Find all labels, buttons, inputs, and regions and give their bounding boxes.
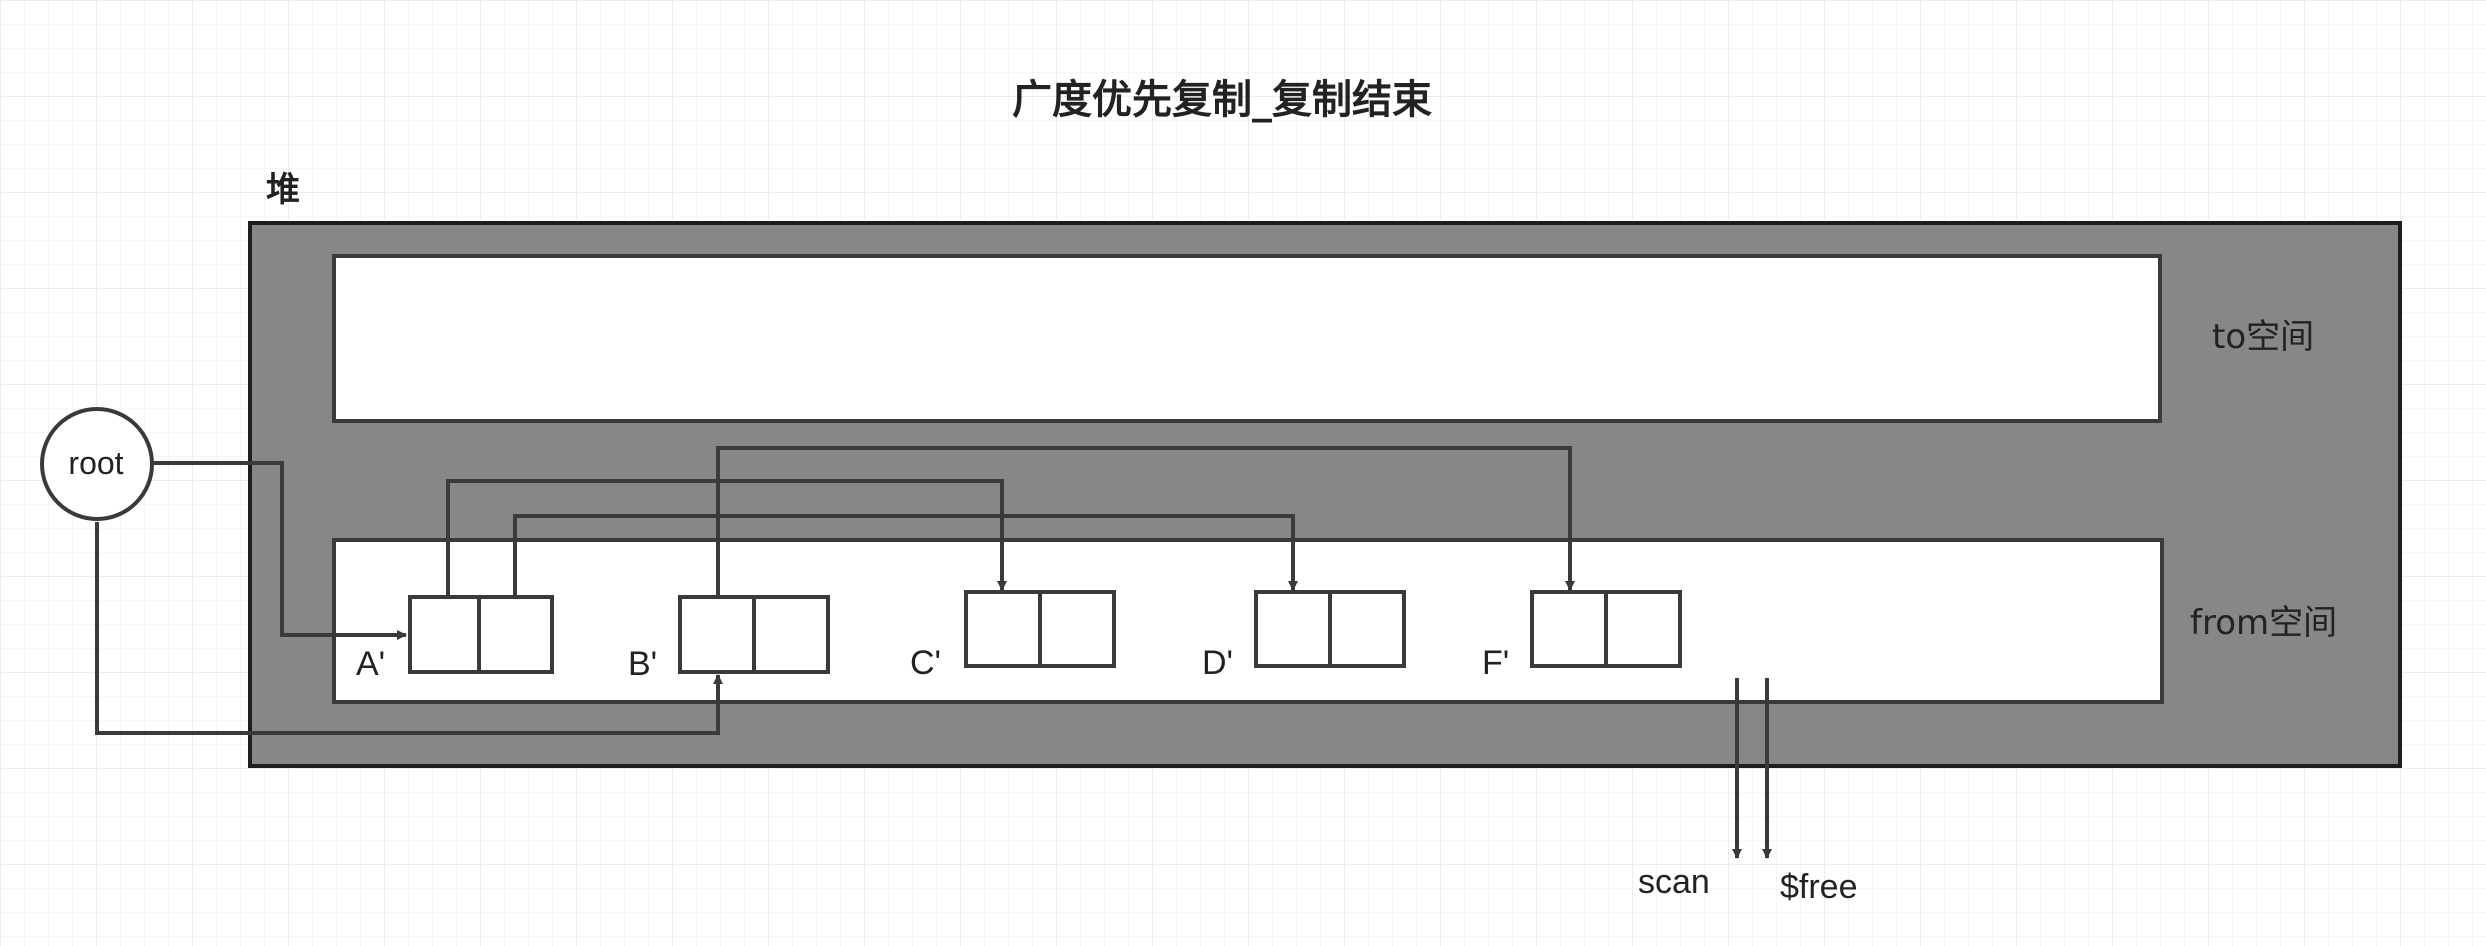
object-f-label: F' xyxy=(1482,644,1509,682)
object-b-label: B' xyxy=(628,645,657,683)
object-b-cell-2 xyxy=(752,595,830,674)
root-label: root xyxy=(68,445,123,481)
free-pointer-label: $free xyxy=(1780,868,1858,906)
copying-gc-diagram: 广度优先复制_复制结束 堆 to空间 from空间 A' B' C' D' F'… xyxy=(40,77,2402,906)
from-space-label: from空间 xyxy=(2190,603,2337,643)
object-a-cell-2 xyxy=(477,595,554,674)
object-c-cell-1 xyxy=(964,590,1042,668)
scan-pointer-label: scan xyxy=(1638,863,1710,901)
object-f-cell-2 xyxy=(1604,590,1682,668)
object-a-cell-1 xyxy=(408,595,481,674)
to-space-label: to空间 xyxy=(2212,317,2314,357)
from-space-region xyxy=(332,538,2164,704)
object-d-cell-2 xyxy=(1328,590,1406,668)
object-b-cell-1 xyxy=(678,595,756,674)
object-d-label: D' xyxy=(1202,644,1233,682)
object-f-cell-1 xyxy=(1530,590,1608,668)
to-space-region xyxy=(332,254,2162,423)
root-node: root xyxy=(40,407,154,521)
object-a-label: A' xyxy=(356,645,385,683)
object-c-label: C' xyxy=(910,644,941,682)
object-d-cell-1 xyxy=(1254,590,1332,668)
diagram-title: 广度优先复制_复制结束 xyxy=(1012,77,1432,123)
object-c-cell-2 xyxy=(1038,590,1116,668)
heap-label: 堆 xyxy=(266,170,300,210)
